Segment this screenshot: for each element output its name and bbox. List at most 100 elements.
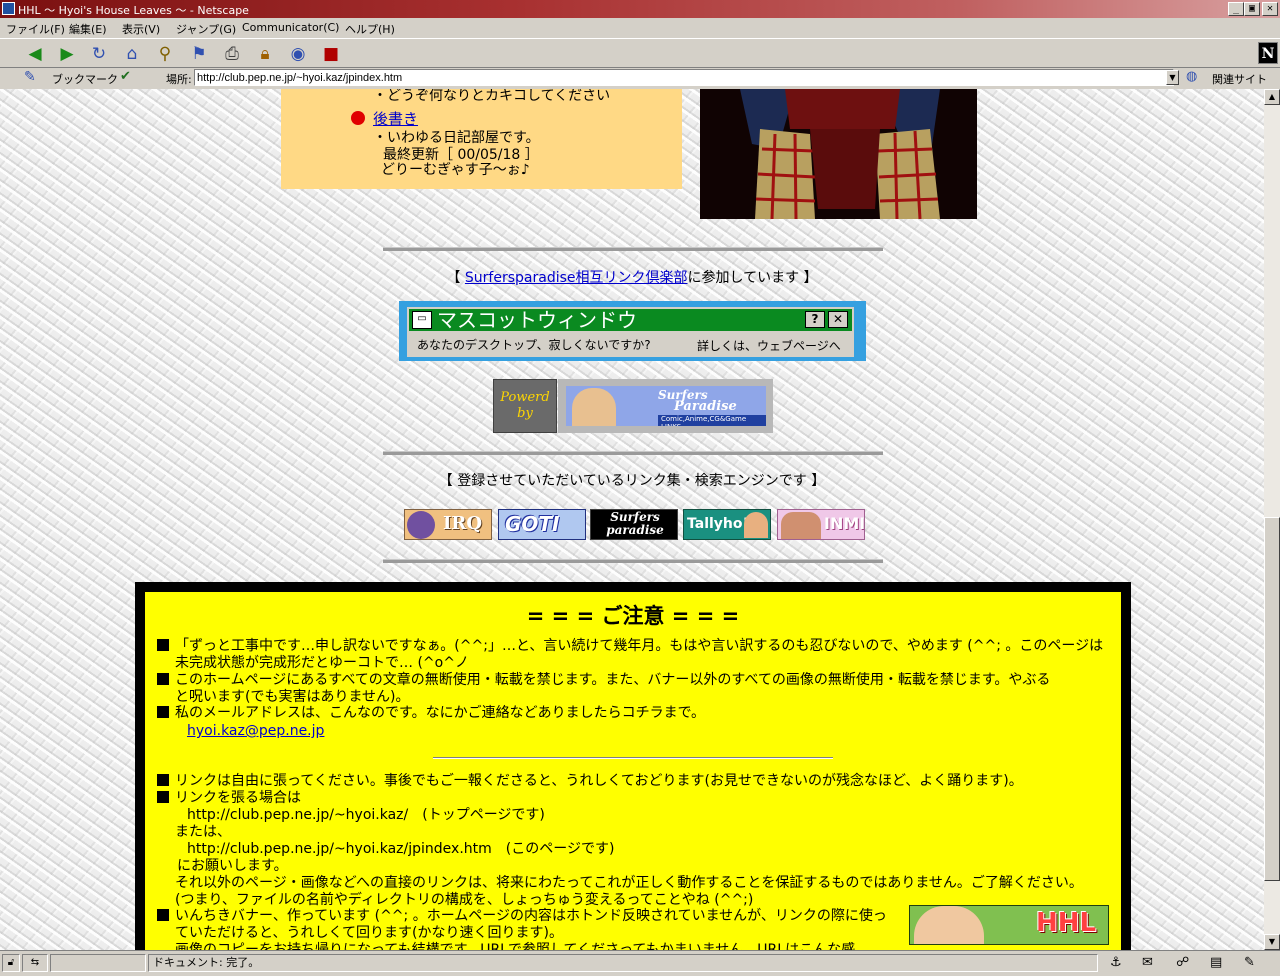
navigation-toolbar: ◀ ▶ ↻ ⌂ ⚲ ⚑ ⎙ 🔒︎ ◉ ■ N [0,38,1280,68]
square-bullet-icon [157,673,169,685]
surfersparadise-club-link[interactable]: Surfersparadise相互リンク倶楽部 [465,270,688,286]
registered-sites-line: 【 登録させていただいているリンク集・検索エンジンです 】 [438,473,826,489]
page-proxy-icon[interactable]: ✔ [120,69,131,84]
tallyho-banner-text: Tallyho! [687,516,749,532]
notice-content: = = = ご注意 = = = 「ずっと工事中です…申し訳ないですなぁ。(^^;… [145,592,1121,950]
notice-line: このホームページにあるすべての文章の無断使用・転載を禁じます。また、バナー以外の… [157,672,1050,689]
scroll-up-button[interactable]: ▲ [1264,89,1280,105]
character-illustration [700,89,977,219]
address-book-icon[interactable]: ▤ [1210,955,1222,970]
notice-line: リンクを張る場合は [157,790,301,807]
bookmark-icon[interactable]: ✎ [24,69,36,85]
print-icon[interactable]: ⎙ [221,43,243,65]
banner-character-icon [781,512,821,539]
title-bar: HHL 〜 Hyoi's House Leaves 〜 - Netscape _… [0,0,1280,18]
notice-text: 私のメールアドレスは、こんなのです。なにかご連絡などありましたらコチラまで。 [175,705,706,721]
afterword-link[interactable]: 後書き [373,108,418,129]
help-icon: ? [805,311,825,328]
home-icon[interactable]: ⌂ [121,43,143,65]
club-participation-line: 【 Surfersparadise相互リンク倶楽部に参加しています 】 [0,267,1264,287]
back-icon[interactable]: ◀ [24,43,46,65]
surfers-title-2: Paradise [674,399,737,414]
notice-line: 「ずっと工事中です…申し訳ないですなぁ。(^^;」…と、言い続けて幾年月。もはや… [157,638,1103,655]
notice-line: いんちきバナー、作っています (^^; 。ホームページの内容はホトンド反映されて… [157,908,887,925]
club-prefix: 【 [446,270,465,286]
bookmarks-button[interactable]: ブックマーク [52,71,118,87]
notice-line: リンクは自由に張ってください。事後でもご一報くださると、うれしくておどります(お… [157,773,1023,790]
menu-partial-text: ・どうぞ何なりとカキコしてください [373,89,611,104]
minimize-button[interactable]: _ [1228,2,1244,16]
window-title: HHL 〜 Hyoi's House Leaves 〜 - Netscape [18,4,249,17]
menu-edit[interactable]: 編集(E) [69,21,107,37]
notice-text: それ以外のページ・画像などへの直接のリンクは、将来にわたってこれが正しく動作する… [175,875,1083,891]
powered-by-box: Powerd by [493,379,557,433]
banner-character-icon [572,388,616,426]
location-dropdown-button[interactable]: ▼ [1166,70,1179,85]
mascot-titlebar: ▭ マスコットウィンドウ ? ✕ [409,309,852,331]
shop-icon[interactable]: ◉ [287,43,309,65]
location-input[interactable] [194,69,1174,86]
surfers-banner-art: Surfers Paradise Comic,Anime,CG&Game LIN… [566,386,766,426]
search-icon[interactable]: ⚲ [154,43,176,65]
hhl-banner-text: HHL [1036,908,1097,938]
irq-banner[interactable]: IRQ [404,509,492,540]
character-illustration-art [700,89,977,219]
notice-line: 私のメールアドレスは、こんなのです。なにかご連絡などありましたらコチラまで。 [157,705,705,722]
window-icon: ▭ [412,311,432,329]
notice-text: にお願いします。 [177,858,288,874]
location-label: 場所: [166,73,192,86]
surfers-paradise-link-banner[interactable]: Surfers paradise [590,509,678,540]
notice-text: 「ずっと工事中です…申し訳ないですなぁ。(^^;」…と、言い続けて幾年月。もはや… [175,638,1104,654]
inmi-banner[interactable]: INMI [777,509,865,540]
goti-banner[interactable]: GOTI [498,509,586,540]
menu-view[interactable]: 表示(V) [122,21,160,37]
surfers-subtitle: Comic,Anime,CG&Game LINKS [658,415,766,426]
notice-text: いんちきバナー、作っています (^^; 。ホームページの内容はホトンド反映されて… [175,908,887,924]
surfers-paradise-banner[interactable]: Surfers Paradise Comic,Anime,CG&Game LIN… [558,379,773,433]
scroll-thumb[interactable] [1264,517,1280,881]
maximize-button[interactable]: ▣ [1244,2,1260,16]
mascot-window-banner[interactable]: ▭ マスコットウィンドウ ? ✕ あなたのデスクトップ、寂しくないですか? 詳し… [399,301,866,361]
navigator-icon[interactable]: ⚓ [1110,955,1122,970]
menu-go[interactable]: ジャンプ(G) [176,21,236,37]
divider [383,451,883,455]
related-icon[interactable]: ◍ [1186,69,1197,84]
menu-file[interactable]: ファイル(F) [6,21,65,37]
square-bullet-icon [157,774,169,786]
notice-text: このホームページにあるすべての文章の無断使用・転載を禁じます。また、バナー以外の… [175,672,1051,688]
mascot-banner-window: ▭ マスコットウィンドウ ? ✕ あなたのデスクトップ、寂しくないですか? 詳し… [407,307,854,357]
inmi-banner-text: INMI [824,514,865,533]
netscape-logo[interactable]: N [1258,42,1278,64]
divider [383,247,883,251]
lock-icon[interactable]: 🔓︎ [2,954,20,972]
notice-divider [433,757,833,759]
surfers-link-banner-text: Surfers paradise [606,510,664,537]
security-icon[interactable]: 🔒︎ [254,43,276,65]
netscape-app-icon[interactable] [2,2,15,15]
notice-text: ていただけると、うれしくて回ります(かなり速く回ります)。 [175,925,563,941]
stop-icon[interactable]: ■ [320,43,342,65]
square-bullet-icon [157,706,169,718]
menu-box: ・どうぞ何なりとカキコしてください 後書き ・いわゆる日記部屋です。 最終更新［… [281,89,682,189]
goti-banner-text: GOTI [505,512,560,536]
vertical-scrollbar[interactable]: ▲ ▼ [1264,89,1280,950]
scroll-down-button[interactable]: ▼ [1264,934,1280,950]
tallyho-banner[interactable]: Tallyho! [683,509,771,540]
forward-icon[interactable]: ▶ [56,43,78,65]
email-link[interactable]: hyoi.kaz@pep.ne.jp [187,723,324,740]
catchphrase: どりーむぎゃす子〜ぉ♪ [381,162,530,178]
composer-icon[interactable]: ✎ [1244,955,1255,970]
powered-line2: by [517,406,533,421]
page-content: ・どうぞ何なりとカキコしてください 後書き ・いわゆる日記部屋です。 最終更新［… [0,89,1264,950]
hhl-banner[interactable]: HHL [909,905,1109,945]
square-bullet-icon [157,791,169,803]
close-button[interactable]: ✕ [1262,2,1278,16]
menu-help[interactable]: ヘルプ(H) [345,21,395,37]
related-sites-button[interactable]: 関連サイト [1212,71,1267,87]
menu-communicator[interactable]: Communicator(C) [242,21,339,34]
mail-icon[interactable]: ✉ [1142,955,1153,970]
reload-icon[interactable]: ↻ [88,43,110,65]
status-text: ドキュメント: 完了。 [148,954,1098,972]
guide-icon[interactable]: ⚑ [188,43,210,65]
newsgroup-icon[interactable]: ☍ [1176,955,1189,970]
